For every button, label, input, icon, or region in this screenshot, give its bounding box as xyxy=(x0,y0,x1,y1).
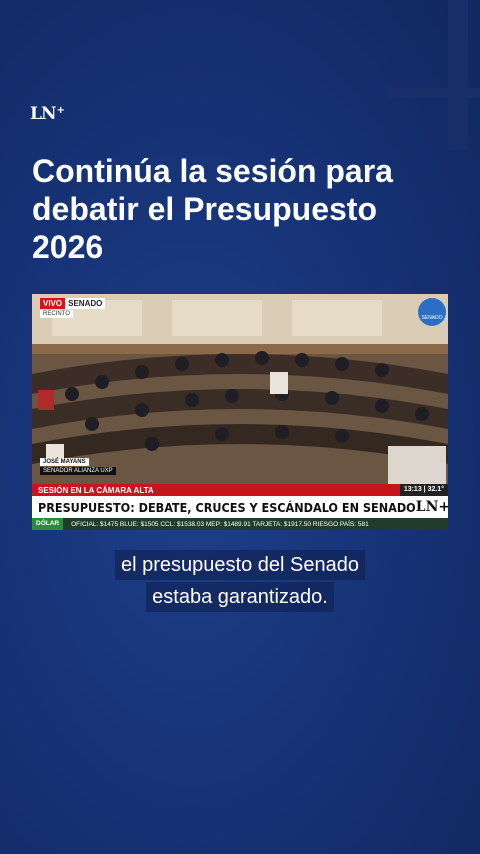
subtitle-line-2: estaba garantizado. xyxy=(146,582,334,612)
sign-language-interpreter xyxy=(388,446,446,484)
senado-logo: SENADO xyxy=(418,298,446,326)
ln-logo: LN+ xyxy=(30,104,65,124)
decorative-cross-horizontal xyxy=(388,88,480,98)
location-label: RECINTO xyxy=(40,310,73,318)
subtitles: el presupuesto del Senado estaba garanti… xyxy=(0,550,480,614)
subtitle-line-1: el presupuesto del Senado xyxy=(115,550,365,580)
currency-ticker: DÓLAR OFICIAL: $1475 BLUE: $1505 CCL: $1… xyxy=(32,518,448,530)
video-player[interactable]: VIVO SENADO RECINTO SENADO JOSÉ MAYANS SE… xyxy=(32,294,448,530)
headline: Continúa la sesión para debatir el Presu… xyxy=(32,153,393,265)
decorative-cross-vertical xyxy=(448,0,468,150)
live-badge: VIVO SENADO xyxy=(40,298,106,309)
top-ticker: SESIÓN EN LA CÁMARA ALTA 13:13 | 32.1° xyxy=(32,484,448,496)
speaker-lower-third: JOSÉ MAYANS SENADOR ALIANZA UXP xyxy=(40,458,116,475)
headline-ticker: PRESUPUESTO: DEBATE, CRUCES Y ESCÁNDALO … xyxy=(32,496,448,518)
senate-chamber-image xyxy=(32,294,448,484)
